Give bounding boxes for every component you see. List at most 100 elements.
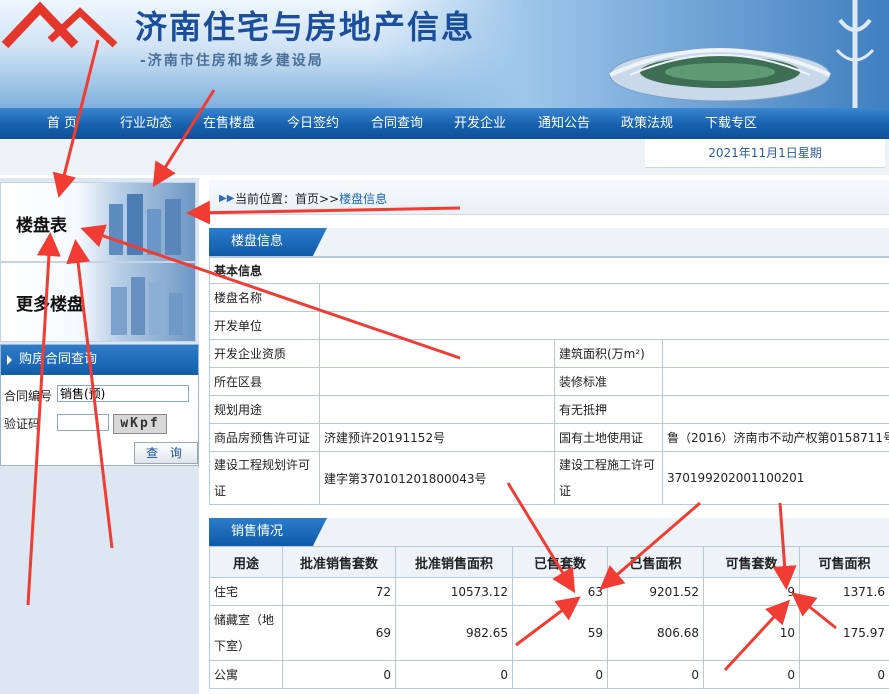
table-cell: 住宅 (209, 577, 283, 606)
basic-info-title: 基本信息 (208, 257, 889, 284)
site-subtitle: -济南市住房和城乡建设局 (140, 53, 324, 69)
breadcrumb: ▶▶ 当前位置：首页>>楼盘信息 (209, 180, 889, 215)
table-cell: 9201.52 (607, 577, 704, 606)
table-cell: 公寓 (209, 660, 283, 689)
contract-query-header: 购房合同查询 (1, 345, 198, 375)
table-cell: 0 (282, 660, 396, 689)
contract-number-row: 合同编号 (1, 381, 198, 407)
info-label: 规划用途 (209, 395, 320, 424)
table-cell: 69 (282, 605, 396, 661)
info-label: 建设工程规划许可证 (209, 451, 320, 505)
column-header: 可售套数 (703, 546, 800, 578)
table-cell: 10573.12 (395, 577, 513, 606)
info-value (661, 339, 889, 368)
building-table-label: 楼盘表 (16, 216, 67, 236)
breadcrumb-text: 当前位置：首页>>楼盘信息 (235, 190, 387, 207)
double-arrow-icon: ▶▶ (219, 193, 235, 204)
contract-number-input[interactable] (57, 385, 189, 402)
info-section-header: 楼盘信息 (209, 228, 889, 257)
column-header: 用途 (209, 546, 283, 578)
breadcrumb-current[interactable]: 楼盘信息 (339, 192, 387, 206)
header-banner: 济南住宅与房地产信息 -济南市住房和城乡建设局 (0, 0, 889, 108)
info-value: 建字第370101201800043号 (319, 451, 555, 505)
table-cell: 1371.6 (799, 577, 889, 606)
table-row: 所在区县 装修标准 (209, 367, 889, 396)
captcha-label: 验证码 (4, 417, 41, 431)
main-nav: 首 页 行业动态 在售楼盘 今日签约 合同查询 开发企业 通知公告 政策法规 下… (0, 108, 889, 139)
info-value: 370199202001100201 (661, 451, 889, 505)
tower-image (835, 0, 875, 108)
nav-item-industry-news[interactable]: 行业动态 (106, 108, 186, 139)
nav-item-today-signing[interactable]: 今日签约 (273, 108, 353, 139)
table-cell: 806.68 (607, 605, 704, 661)
buildings-image (111, 277, 183, 335)
more-buildings-label: 更多楼盘 (16, 295, 84, 315)
sales-section-header: 销售情况 (209, 518, 889, 547)
sales-section-tab: 销售情况 (209, 518, 327, 546)
column-header: 已售面积 (607, 546, 704, 578)
table-header-row: 用途 批准销售套数 批准销售面积 已售套数 已售面积 可售套数 可售面积 (209, 546, 889, 578)
column-header: 可售面积 (799, 546, 889, 578)
column-header: 批准销售面积 (395, 546, 513, 578)
info-label: 商品房预售许可证 (209, 423, 320, 452)
table-row: 建设工程规划许可证 建字第370101201800043号 建设工程施工许可证 … (209, 451, 889, 505)
more-buildings-banner[interactable]: 更多楼盘 (0, 262, 196, 342)
building-info-table: 基本信息 楼盘名称 开发单位 开发企业资质 建筑面积(万m²) 所在区县 装修标… (208, 257, 889, 505)
table-row: 规划用途 有无抵押 (209, 395, 889, 424)
column-header: 已售套数 (512, 546, 608, 578)
info-label: 国有土地使用证 (554, 423, 663, 452)
info-value (318, 283, 889, 312)
info-label: 有无抵押 (554, 395, 663, 424)
info-value (661, 367, 889, 396)
table-cell: 63 (512, 577, 608, 606)
nav-item-contract-query[interactable]: 合同查询 (357, 108, 437, 139)
info-label: 建设工程施工许可证 (554, 451, 663, 505)
buildings-image (109, 194, 181, 255)
nav-item-on-sale[interactable]: 在售楼盘 (189, 108, 269, 139)
info-value: 鲁（2016）济南市不动产权第0158711号 (661, 423, 889, 452)
info-label: 建筑面积(万m²) (554, 339, 663, 368)
table-row: 商品房预售许可证 济建预许20191152号 国有土地使用证 鲁（2016）济南… (209, 423, 889, 452)
table-row: 开发企业资质 建筑面积(万m²) (209, 339, 889, 368)
captcha-row: 验证码 wKpf (1, 409, 198, 435)
captcha-image[interactable]: wKpf (113, 414, 167, 434)
building-table-banner[interactable]: 楼盘表 (0, 182, 196, 262)
info-value (661, 395, 889, 424)
nav-item-policies[interactable]: 政策法规 (607, 108, 687, 139)
contract-query-title: 购房合同查询 (19, 352, 98, 367)
sales-table: 用途 批准销售套数 批准销售面积 已售套数 已售面积 可售套数 可售面积 住宅 … (209, 546, 889, 689)
stadium-image (609, 48, 831, 102)
nav-item-developers[interactable]: 开发企业 (440, 108, 520, 139)
info-value (318, 311, 889, 340)
table-cell: 9 (703, 577, 800, 606)
nav-item-notices[interactable]: 通知公告 (524, 108, 604, 139)
info-label: 开发单位 (209, 311, 320, 340)
table-cell: 10 (703, 605, 800, 661)
table-row: 住宅 72 10573.12 63 9201.52 9 1371.6 (209, 577, 889, 606)
query-button[interactable]: 查 询 (134, 442, 198, 464)
breadcrumb-prefix: 当前位置：首页>> (235, 192, 340, 206)
info-value: 济建预许20191152号 (319, 423, 555, 452)
table-cell: 72 (282, 577, 396, 606)
table-cell: 储藏室（地下室） (209, 605, 283, 661)
captcha-input[interactable] (57, 414, 109, 431)
table-row: 楼盘名称 (209, 283, 889, 312)
info-label: 楼盘名称 (209, 283, 320, 312)
table-row: 公寓 0 0 0 0 0 0 (209, 660, 889, 689)
info-value (319, 367, 555, 396)
info-label: 开发企业资质 (209, 339, 320, 368)
column-header: 批准销售套数 (282, 546, 396, 578)
date-strip: 2021年11月1日星期 (0, 139, 889, 175)
table-cell: 175.97 (799, 605, 889, 661)
table-cell: 0 (703, 660, 800, 689)
nav-item-home[interactable]: 首 页 (22, 108, 102, 139)
info-section-tab: 楼盘信息 (209, 228, 327, 256)
table-cell: 0 (395, 660, 513, 689)
nav-item-downloads[interactable]: 下载专区 (691, 108, 771, 139)
table-cell: 0 (607, 660, 704, 689)
info-label: 装修标准 (554, 367, 663, 396)
site-title: 济南住宅与房地产信息 (135, 8, 476, 46)
arrow-right-icon (7, 355, 12, 365)
info-label: 所在区县 (209, 367, 320, 396)
table-row: 储藏室（地下室） 69 982.65 59 806.68 10 175.97 (209, 605, 889, 661)
